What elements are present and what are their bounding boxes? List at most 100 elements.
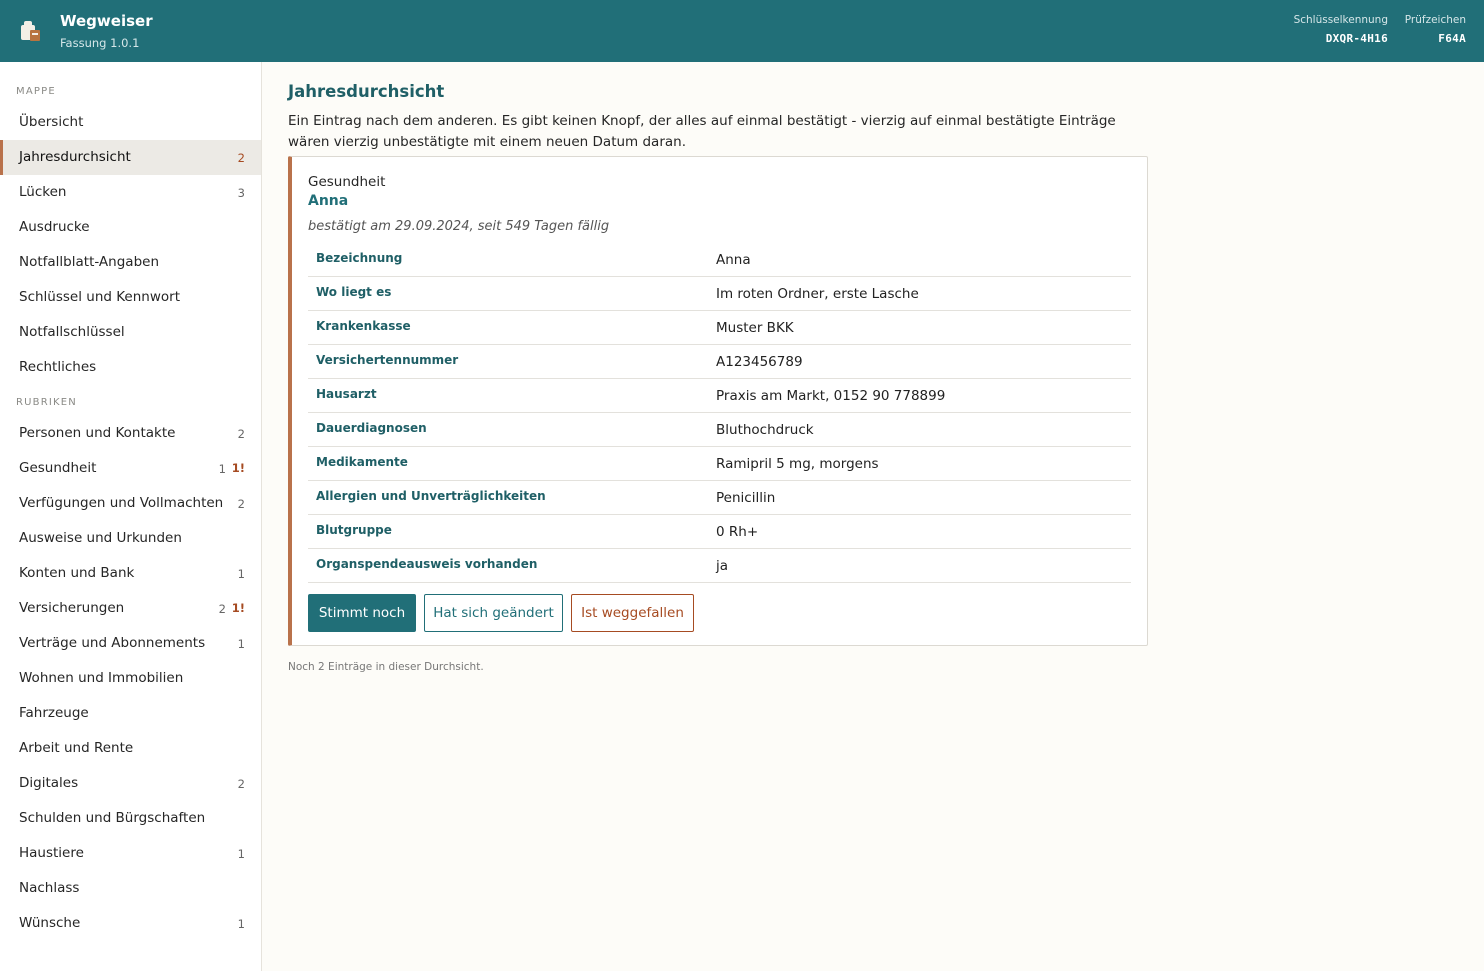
field-label: Bezeichnung [316, 251, 403, 265]
review-card: Gesundheit Anna bestätigt am 29.09.2024,… [288, 156, 1148, 646]
field-value: Muster BKK [716, 320, 794, 336]
sidebar-item-uebersicht[interactable]: Übersicht [0, 105, 261, 140]
sidebar-item-schulden-und-buergschaften[interactable]: Schulden und Bürgschaften [0, 801, 261, 836]
sidebar-item-wuensche[interactable]: Wünsche 1 [0, 906, 261, 941]
app-title: Wegweiser [60, 12, 153, 30]
checksum-value: F64A [1438, 32, 1466, 45]
sidebar-item-schluessel-und-kennwort[interactable]: Schlüssel und Kennwort [0, 280, 261, 315]
sidebar-item-jahresdurchsicht[interactable]: Jahresdurchsicht 2 [0, 140, 261, 175]
sidebar-item-label: Notfallschlüssel [19, 324, 125, 340]
sidebar-item-notfallschluessel[interactable]: Notfallschlüssel [0, 315, 261, 350]
table-row: Medikamente Ramipril 5 mg, morgens [308, 447, 1131, 481]
sidebar-item-label: Schulden und Bürgschaften [19, 810, 206, 826]
table-row: Organspendeausweis vorhanden ja [308, 549, 1131, 583]
field-value: Bluthochdruck [716, 422, 814, 438]
entry-status: bestätigt am 29.09.2024, seit 549 Tagen … [308, 219, 610, 234]
sidebar-item-count: 2 [237, 497, 245, 511]
sidebar-item-label: Ausdrucke [19, 219, 90, 235]
confirm-button[interactable]: Stimmt noch [308, 594, 416, 632]
folder-briefcase-icon [21, 21, 43, 43]
field-value: Ramipril 5 mg, morgens [716, 456, 879, 472]
table-row: Dauerdiagnosen Bluthochdruck [308, 413, 1131, 447]
sidebar-item-fahrzeuge[interactable]: Fahrzeuge [0, 696, 261, 731]
sidebar-item-versicherungen[interactable]: Versicherungen 2 1! [0, 591, 261, 626]
sidebar-item-ausweise-und-urkunden[interactable]: Ausweise und Urkunden [0, 521, 261, 556]
sidebar-item-label: Rechtliches [19, 359, 97, 375]
field-label: Blutgruppe [316, 523, 392, 537]
table-row: Krankenkasse Muster BKK [308, 311, 1131, 345]
field-value: 0 Rh+ [716, 524, 759, 540]
sidebar-item-notfallblatt-angaben[interactable]: Notfallblatt-Angaben [0, 245, 261, 280]
sidebar-item-personen-und-kontakte[interactable]: Personen und Kontakte 2 [0, 416, 261, 451]
field-label: Dauerdiagnosen [316, 421, 427, 435]
field-label: Organspendeausweis vorhanden [316, 557, 538, 571]
section-label-mappe: MAPPE [16, 86, 56, 97]
entry-rubric: Gesundheit [308, 174, 386, 190]
field-label: Medikamente [316, 455, 408, 469]
sidebar-item-label: Fahrzeuge [19, 705, 89, 721]
sidebar-item-label: Konten und Bank [19, 565, 135, 581]
sidebar-item-verfuegungen-und-vollmachten[interactable]: Verfügungen und Vollmachten 2 [0, 486, 261, 521]
sidebar-item-warning-badge: 1! [231, 601, 245, 615]
table-row: Versichertennummer A123456789 [308, 345, 1131, 379]
sidebar-item-count: 1 [237, 567, 245, 581]
table-row: Allergien und Unverträglichkeiten Penicil… [308, 481, 1131, 515]
table-row: Bezeichnung Anna [308, 243, 1131, 277]
changed-button[interactable]: Hat sich geändert [424, 594, 563, 632]
sidebar-item-label: Ausweise und Urkunden [19, 530, 182, 546]
sidebar-item-label: Arbeit und Rente [19, 740, 134, 756]
section-label-rubriken: RUBRIKEN [16, 397, 77, 408]
table-row: Hausarzt Praxis am Markt, 0152 90 778899 [308, 379, 1131, 413]
sidebar-item-label: Jahresdurchsicht [19, 149, 131, 165]
removed-button[interactable]: Ist weggefallen [571, 594, 694, 632]
sidebar-item-label: Verträge und Abonnements [19, 635, 206, 651]
checksum-label: Prüfzeichen [1404, 14, 1466, 26]
intro-text: Ein Eintrag nach dem anderen. Es gibt ke… [288, 113, 1116, 150]
app-version: Fassung 1.0.1 [60, 36, 140, 50]
sidebar-item-count: 2 [237, 427, 245, 441]
sidebar-item-label: Lücken [19, 184, 67, 200]
sidebar-item-label: Verfügungen und Vollmachten [19, 495, 224, 511]
sidebar-item-count: 1 [218, 462, 226, 476]
sidebar-item-vertraege-und-abonnements[interactable]: Verträge und Abonnements 1 [0, 626, 261, 661]
sidebar-item-nachlass[interactable]: Nachlass [0, 871, 261, 906]
sidebar-item-konten-und-bank[interactable]: Konten und Bank 1 [0, 556, 261, 591]
top-bar: Wegweiser Fassung 1.0.1 Schlüsselkennung… [0, 0, 1484, 62]
sidebar-item-label: Wohnen und Immobilien [19, 670, 184, 686]
sidebar-item-ausdrucke[interactable]: Ausdrucke [0, 210, 261, 245]
field-label: Wo liegt es [316, 285, 392, 299]
field-value: Penicillin [716, 490, 776, 506]
sidebar-item-luecken[interactable]: Lücken 3 [0, 175, 261, 210]
sidebar-item-label: Übersicht [19, 114, 84, 130]
sidebar-item-gesundheit[interactable]: Gesundheit 1 1! [0, 451, 261, 486]
sidebar-item-label: Nachlass [19, 880, 80, 896]
field-label: Allergien und Unverträglichkeiten [316, 489, 546, 503]
sidebar-item-rechtliches[interactable]: Rechtliches [0, 350, 261, 385]
entry-name: Anna [308, 193, 349, 209]
sidebar-item-label: Versicherungen [19, 600, 125, 616]
table-row: Wo liegt es Im roten Ordner, erste Lasche [308, 277, 1131, 311]
sidebar-item-warning-badge: 1! [231, 461, 245, 475]
sidebar-item-label: Personen und Kontakte [19, 425, 176, 441]
sidebar: MAPPE Übersicht Jahresdurchsicht 2 Lücken 3 A… [0, 62, 262, 971]
sidebar-item-wohnen-und-immobilien[interactable]: Wohnen und Immobilien [0, 661, 261, 696]
sidebar-item-arbeit-und-rente[interactable]: Arbeit und Rente [0, 731, 261, 766]
sidebar-item-count: 2 [218, 602, 226, 616]
sidebar-item-digitales[interactable]: Digitales 2 [0, 766, 261, 801]
field-label: Hausarzt [316, 387, 377, 401]
field-label: Versichertennummer [316, 353, 459, 367]
sidebar-item-haustiere[interactable]: Haustiere 1 [0, 836, 261, 871]
field-value: Praxis am Markt, 0152 90 778899 [716, 388, 946, 404]
sidebar-item-label: Notfallblatt-Angaben [19, 254, 159, 270]
field-value: A123456789 [716, 354, 803, 370]
sidebar-item-count: 1 [237, 637, 245, 651]
key-id-group: Schlüsselkennung DXQR-4H16 [1294, 14, 1388, 45]
remaining-note: Noch 2 Einträge in dieser Durchsicht. [288, 661, 484, 673]
field-value: Anna [716, 252, 751, 268]
sidebar-item-label: Digitales [19, 775, 79, 791]
field-value: Im roten Ordner, erste Lasche [716, 286, 919, 302]
table-row: Blutgruppe 0 Rh+ [308, 515, 1131, 549]
sidebar-item-label: Wünsche [19, 915, 81, 931]
sidebar-item-label: Schlüssel und Kennwort [19, 289, 180, 305]
field-value: ja [716, 558, 729, 574]
